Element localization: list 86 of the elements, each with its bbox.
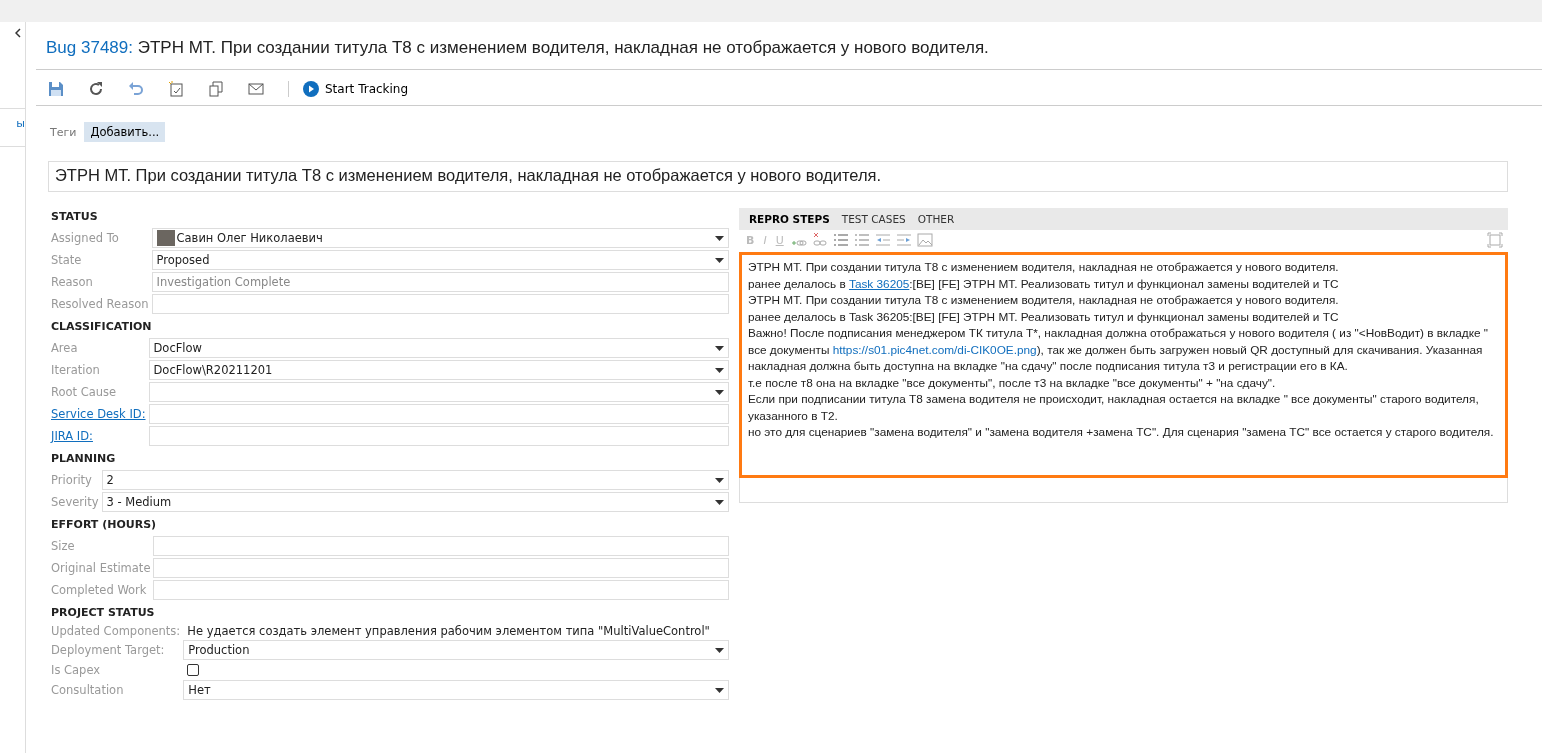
field-label: Priority: [51, 473, 93, 487]
field-label: JIRA ID:: [51, 429, 94, 443]
field-label: Size: [51, 539, 76, 553]
save-icon[interactable]: [48, 81, 64, 97]
field-label: Severity: [51, 495, 99, 509]
dropdown-field[interactable]: DocFlow\R20211201: [148, 360, 729, 380]
field-label: Deployment Target:: [51, 643, 166, 657]
outdent-icon[interactable]: [874, 232, 891, 248]
dropdown-caret-icon[interactable]: [715, 499, 724, 505]
error-message: Не удается создать элемент управления рабочим элементом типа "MultiValueControl": [186, 624, 711, 638]
paragraph: Важно! После подписания менеджером ТК титула Т*, накладная должна отображаться у нового водителя ( из "<НовВодит) в вкладке " все документы https://s01.pic4net.com/di-CIK0OE.png), так же должен быть загружен новый QR доступный для скачивания. Указанная накладная должна быть доступна на вкладке "на сдачу" после подписания титула т3 и регистрации его в КА.: [748, 325, 1490, 375]
play-icon: [303, 81, 319, 97]
numbered-list-icon[interactable]: [853, 232, 870, 248]
section-heading: PROJECT STATUS: [51, 606, 156, 619]
text-field[interactable]: [148, 404, 729, 424]
collapse-chevron-icon[interactable]: [15, 28, 21, 38]
url-link[interactable]: https://s01.pic4net.com/di-CIK0OE.png: [832, 342, 1037, 357]
field-label: Root Cause: [51, 385, 118, 399]
section-heading: PLANNING: [51, 452, 117, 465]
dropdown-caret-icon[interactable]: [715, 367, 724, 373]
add-tag-button[interactable]: Добавить...: [84, 122, 166, 142]
text-field[interactable]: [153, 580, 729, 600]
paragraph: Если при подписании титула Т8 замена водителя не происходит, накладная остается на вкладке " все документы" старого водителя, указанного в Т2.: [748, 391, 1480, 424]
field-label: Service Desk ID:: [51, 407, 146, 421]
dropdown-field[interactable]: Савин Олег Николаевич: [151, 228, 729, 248]
text-field[interactable]: [153, 536, 729, 556]
dropdown-field[interactable]: DocFlow: [148, 338, 729, 358]
dropdown-field[interactable]: 3 - Medium: [101, 492, 729, 512]
image-icon[interactable]: [916, 232, 933, 248]
dropdown-caret-icon[interactable]: [715, 687, 724, 693]
field-label: Consultation: [51, 683, 125, 697]
paragraph: ЭТРН МТ. При создании титула Т8 с изменением водителя, накладная не отображается у нового водителя.: [748, 292, 1340, 309]
field-label: Updated Components:: [51, 624, 181, 638]
readonly-field: Investigation Complete: [151, 272, 729, 292]
title-field[interactable]: ЭТРН МТ. При создании титула Т8 с изменением водителя, накладная не отображается у нового водителя.: [48, 161, 1508, 192]
indent-icon[interactable]: [895, 232, 912, 248]
tab[interactable]: TEST CASES: [835, 213, 912, 225]
field-label: Reason: [51, 275, 94, 289]
sidebar-item-fragment[interactable]: ы: [16, 117, 25, 130]
dropdown-caret-icon[interactable]: [715, 345, 724, 351]
tab[interactable]: REPRO STEPS: [743, 213, 836, 225]
maximize-icon[interactable]: [1487, 232, 1503, 248]
field-label: Assigned To: [51, 231, 120, 245]
field-label: Is Capex: [51, 663, 102, 677]
text-field[interactable]: [151, 294, 729, 314]
text-field[interactable]: [148, 426, 729, 446]
tab[interactable]: OTHER: [911, 213, 961, 225]
repro-steps-editor[interactable]: [739, 252, 1508, 478]
dropdown-caret-icon[interactable]: [715, 477, 724, 483]
dropdown-field[interactable]: 2: [101, 470, 729, 490]
field-label: Completed Work: [51, 583, 148, 597]
dropdown-caret-icon[interactable]: [715, 647, 724, 653]
field-label: Original Estimate: [51, 561, 151, 575]
dropdown-field[interactable]: Нет: [183, 680, 729, 700]
dropdown-field[interactable]: [148, 382, 729, 402]
dropdown-caret-icon[interactable]: [715, 235, 724, 241]
refresh-icon[interactable]: [88, 81, 104, 97]
remove-link-icon[interactable]: [811, 232, 828, 248]
section-heading: CLASSIFICATION: [51, 320, 153, 333]
field-label: Area: [51, 341, 79, 355]
paragraph: т.е после т8 она на вкладке "все документы", после т3 на вкладке "все документы" + "на сдачу".: [748, 374, 1277, 391]
section-heading: EFFORT (HOURS): [51, 518, 158, 531]
task-link[interactable]: Task 36205: [849, 276, 910, 291]
avatar-photo-placeholder: [156, 230, 175, 246]
start-tracking-button[interactable]: Start Tracking: [303, 81, 409, 97]
dropdown-caret-icon[interactable]: [715, 389, 724, 395]
paragraph: ранее делалось в Task 36205:[BE] [FE] ЭТРН МТ. Реализовать титул и функционал замены водителей и ТС: [748, 308, 1340, 325]
paragraph: ЭТРН МТ. При создании титула Т8 с изменением водителя, накладная не отображается у нового водителя.: [748, 259, 1340, 276]
paragraph: ранее делалось в Task 36205:[BE] [FE] ЭТРН МТ. Реализовать титул и функционал замены водителей и ТС: [748, 275, 1340, 292]
field-label: Iteration: [51, 363, 101, 377]
field-label: State: [51, 253, 83, 267]
dropdown-field[interactable]: Production: [183, 640, 729, 660]
mail-icon[interactable]: [248, 81, 264, 97]
paragraph: но это для сценариев "замена водителя" и "замена водителя +замена ТС". Для сценария "замена ТС" все остается у старого водителя.: [748, 424, 1495, 441]
undo-icon[interactable]: [128, 81, 144, 97]
work-item-title: Bug 37489: ЭТРН МТ. При создании титула Т8 с изменением водителя, накладная не отображается у нового водителя.: [36, 22, 1542, 70]
field-label: Resolved Reason: [51, 297, 149, 311]
dropdown-field[interactable]: Proposed: [151, 250, 729, 270]
copy-icon[interactable]: [208, 81, 224, 97]
text-field[interactable]: [153, 558, 729, 578]
checkbox[interactable]: [187, 664, 200, 676]
bulleted-list-icon[interactable]: [832, 232, 849, 248]
section-heading: STATUS: [51, 210, 99, 223]
tags-label: Теги: [50, 125, 77, 139]
clipboard-check-icon[interactable]: [168, 81, 184, 97]
dropdown-caret-icon[interactable]: [715, 257, 724, 263]
